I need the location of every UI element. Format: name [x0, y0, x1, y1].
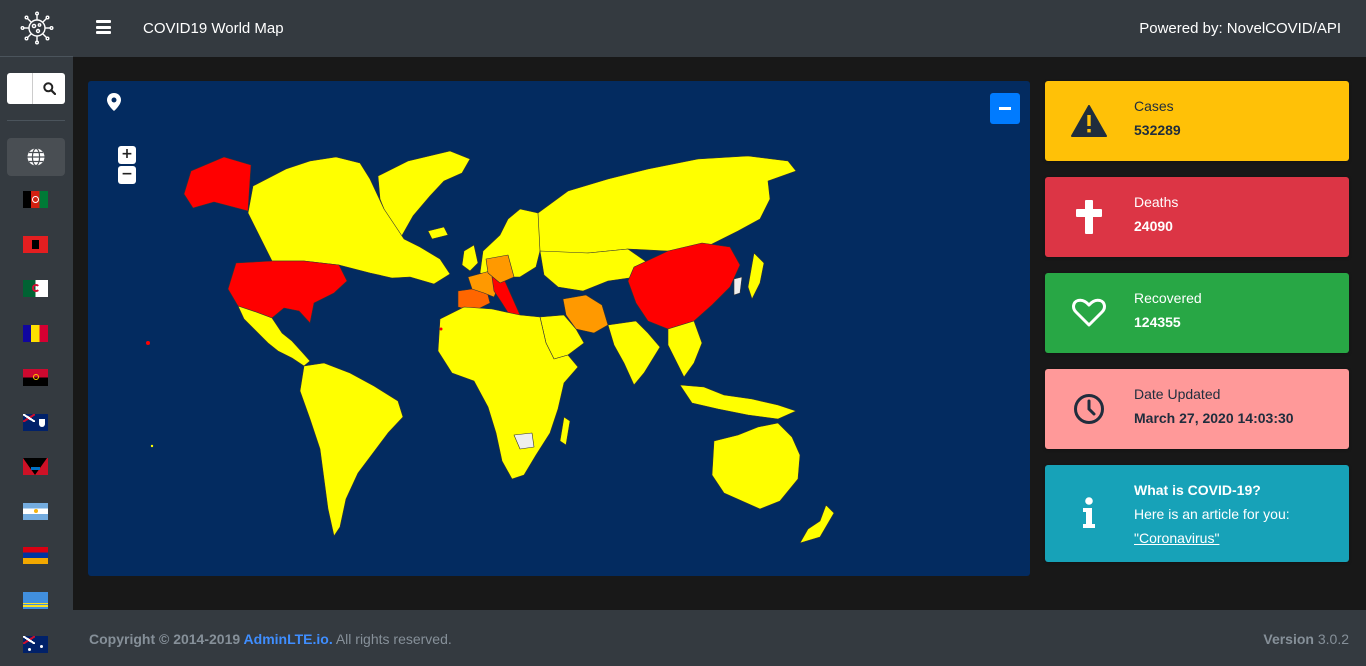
cases-value: 532289	[1134, 122, 1181, 138]
deaths-info-box: Deaths 24090	[1045, 177, 1349, 257]
brand-logo[interactable]	[0, 0, 73, 57]
heart-icon	[1069, 295, 1109, 331]
world-map-card: + −	[88, 81, 1030, 576]
adminlte-link[interactable]: AdminLTE.io.	[244, 631, 333, 647]
region-alaska	[183, 156, 252, 212]
region-new-zealand	[799, 504, 835, 544]
deaths-label: Deaths	[1134, 194, 1179, 210]
info-text: Here is an article for you:	[1134, 506, 1290, 522]
world-map[interactable]	[88, 81, 1030, 576]
collapse-card-button[interactable]	[990, 93, 1020, 124]
sidebar	[0, 0, 73, 666]
globe-icon	[27, 147, 45, 167]
date-updated-info-box: Date Updated March 27, 2020 14:03:30	[1045, 369, 1349, 449]
flag-aruba[interactable]	[23, 591, 48, 609]
region-japan	[747, 252, 765, 300]
version-value: 3.0.2	[1313, 631, 1349, 647]
search-icon	[42, 82, 56, 95]
flag-australia[interactable]	[23, 636, 48, 653]
cases-info-box: Cases 532289	[1045, 81, 1349, 161]
region-madagascar	[559, 416, 571, 446]
region-korea	[733, 276, 743, 296]
powered-by-text: Powered by: NovelCOVID/API	[1139, 20, 1341, 37]
date-updated-value: March 27, 2020 14:03:30	[1134, 410, 1294, 426]
region-uk	[461, 244, 479, 272]
region-indonesia	[679, 384, 797, 420]
sidebar-divider	[7, 120, 65, 121]
top-navbar: COVID19 World Map Powered by: NovelCOVID…	[73, 0, 1366, 57]
region-china	[627, 242, 741, 330]
region-india	[607, 320, 661, 386]
recovered-value: 124355	[1134, 314, 1181, 330]
version-label: Version	[1263, 631, 1314, 647]
flag-anguilla[interactable]	[23, 413, 48, 431]
flag-antigua-and-barbuda[interactable]	[23, 458, 48, 475]
footer: Copyright © 2014-2019 AdminLTE.io. All r…	[73, 610, 1366, 666]
sidebar-search	[7, 73, 65, 104]
rights-text: All rights reserved.	[332, 631, 452, 647]
map-marker-icon[interactable]	[107, 93, 121, 116]
flag-andorra[interactable]	[23, 324, 48, 342]
search-button[interactable]	[33, 73, 65, 104]
flag-algeria[interactable]	[23, 280, 48, 297]
info-title: What is COVID-19?	[1134, 482, 1261, 498]
cross-icon	[1069, 199, 1109, 235]
flag-argentina[interactable]	[23, 502, 48, 520]
warning-icon	[1069, 103, 1109, 139]
flag-albania[interactable]	[23, 235, 48, 253]
region-russia	[537, 155, 797, 258]
covid-info-box: What is COVID-19? Here is an article for…	[1045, 465, 1349, 562]
clock-icon	[1069, 391, 1109, 427]
coronavirus-article-link[interactable]: "Coronavirus"	[1134, 530, 1219, 546]
region-southeast-asia	[667, 320, 703, 378]
sidebar-item-world[interactable]	[7, 138, 65, 176]
region-iceland	[427, 226, 449, 240]
footer-version: Version 3.0.2	[1263, 631, 1349, 647]
flag-armenia[interactable]	[23, 547, 48, 564]
search-input[interactable]	[7, 73, 33, 104]
cases-label: Cases	[1134, 98, 1174, 114]
country-flag-list	[23, 191, 48, 666]
menu-toggle-icon[interactable]	[96, 20, 111, 34]
footer-copyright: Copyright © 2014-2019 AdminLTE.io. All r…	[89, 631, 452, 647]
recovered-info-box: Recovered 124355	[1045, 273, 1349, 353]
flag-angola[interactable]	[23, 369, 48, 386]
copyright-text: Copyright © 2014-2019	[89, 631, 244, 647]
deaths-value: 24090	[1134, 218, 1173, 234]
region-australia	[711, 422, 801, 510]
recovered-label: Recovered	[1134, 290, 1202, 306]
map-zoom-controls: + −	[118, 146, 136, 186]
info-icon	[1069, 495, 1109, 531]
flag-afghanistan[interactable]	[23, 191, 48, 208]
zoom-out-button[interactable]: −	[118, 166, 136, 184]
zoom-in-button[interactable]: +	[118, 146, 136, 164]
page-title: COVID19 World Map	[143, 20, 284, 37]
virus-icon	[20, 11, 54, 45]
date-updated-label: Date Updated	[1134, 386, 1221, 402]
region-south-america	[299, 362, 404, 537]
minus-icon	[999, 107, 1011, 110]
